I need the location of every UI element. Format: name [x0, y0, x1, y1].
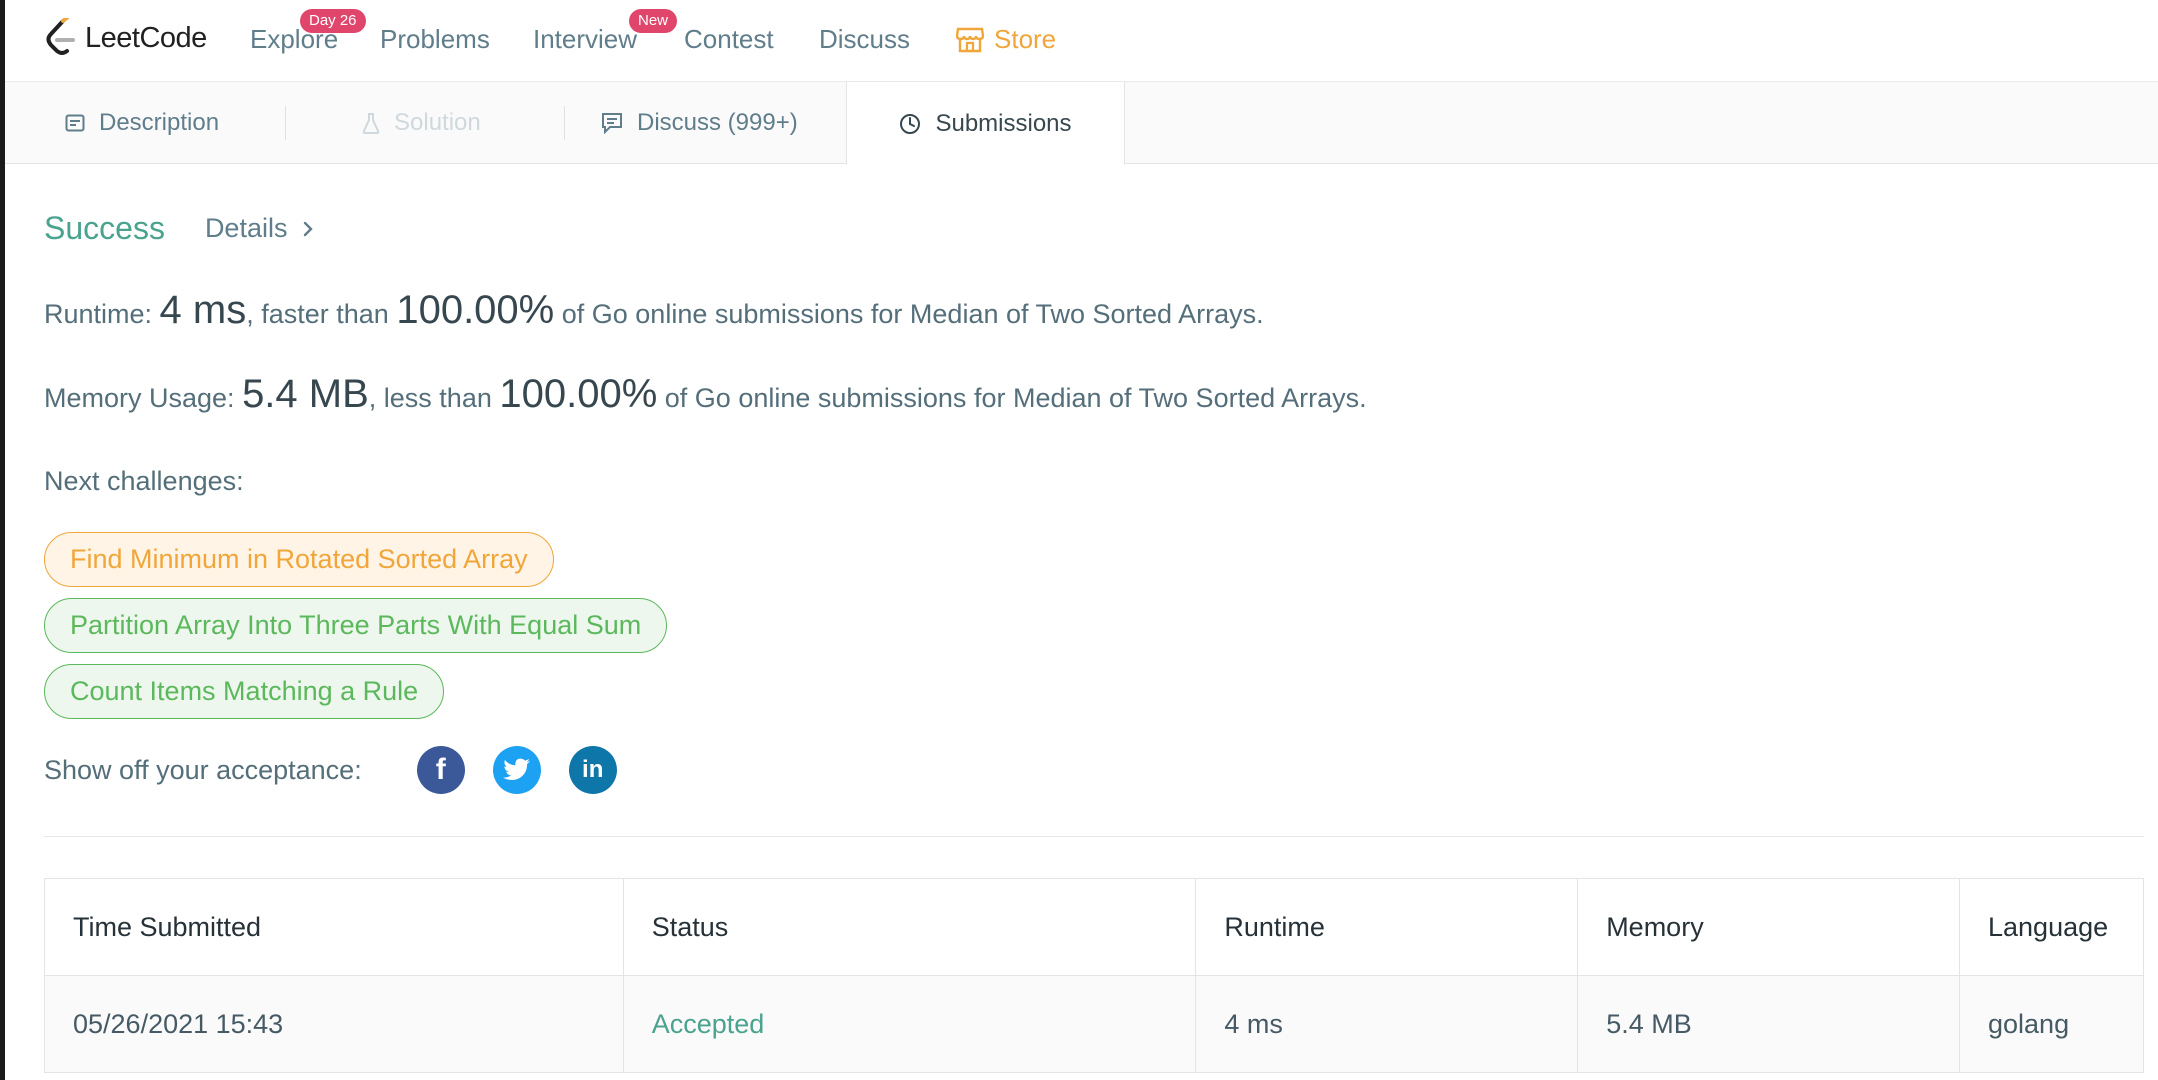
memory-suffix: of Go online submissions for Median of T… — [657, 383, 1367, 413]
memory-percent: 100.00% — [499, 372, 658, 416]
result-header: Success Details — [44, 210, 314, 247]
section-divider — [44, 836, 2144, 837]
store-icon — [956, 27, 984, 52]
linkedin-icon[interactable]: in — [568, 746, 617, 794]
new-badge: New — [629, 9, 678, 33]
twitter-bird-glyph — [502, 758, 530, 780]
col-language: Language — [1959, 878, 2144, 976]
submissions-table: Time Submitted Status Runtime Memory Lan… — [44, 878, 2144, 1073]
share-row: Show off your acceptance: f in — [44, 746, 617, 794]
twitter-icon[interactable] — [492, 746, 541, 794]
tab-separator — [285, 106, 286, 140]
leetcode-logo-icon — [46, 18, 75, 55]
top-navbar: LeetCode Explore Day 26 Problems Intervi… — [5, 0, 2158, 82]
details-label: Details — [204, 213, 288, 243]
memory-value: 5.4 MB — [242, 372, 369, 416]
col-time-submitted: Time Submitted — [44, 878, 624, 976]
nav-store-label: Store — [994, 24, 1057, 54]
col-memory: Memory — [1577, 878, 1960, 976]
cell-status-link[interactable]: Accepted — [622, 975, 1197, 1073]
tab-submissions[interactable]: Submissions — [846, 82, 1125, 165]
day-badge: Day 26 — [300, 9, 366, 33]
runtime-suffix: of Go online submissions for Median of T… — [554, 299, 1264, 329]
tab-discuss-label: Discuss (999+) — [637, 109, 798, 136]
nav-discuss-label: Discuss — [819, 24, 911, 54]
col-status: Status — [622, 878, 1197, 976]
tab-solution: Solution — [362, 82, 481, 164]
cell-runtime: 4 ms — [1195, 975, 1579, 1073]
challenge-chip[interactable]: Find Minimum in Rotated Sorted Array — [44, 532, 554, 587]
runtime-percent: 100.00% — [396, 288, 555, 332]
nav-problems[interactable]: Problems — [380, 24, 490, 55]
challenge-chip[interactable]: Count Items Matching a Rule — [44, 664, 445, 719]
nav-contest[interactable]: Contest — [684, 24, 774, 55]
leetcode-logo[interactable]: LeetCode — [43, 18, 207, 58]
runtime-value: 4 ms — [159, 288, 247, 332]
problem-tabbar: Description Solution Discuss (999+) Subm… — [5, 82, 2158, 165]
tab-submissions-label: Submissions — [935, 109, 1072, 137]
memory-mid: , less than — [368, 383, 500, 413]
clock-icon — [900, 113, 921, 134]
details-link[interactable]: Details — [205, 213, 314, 244]
tab-description-label: Description — [99, 109, 220, 136]
flask-icon — [362, 113, 380, 134]
nav-discuss[interactable]: Discuss — [819, 24, 910, 55]
nav-interview[interactable]: Interview New — [533, 9, 678, 55]
runtime-mid: , faster than — [246, 299, 397, 329]
runtime-prefix: Runtime: — [44, 299, 160, 329]
runtime-line: Runtime: 4 ms, faster than 100.00% of Go… — [44, 288, 1264, 333]
cell-time: 05/26/2021 15:43 — [44, 975, 624, 1073]
next-challenges-label: Next challenges: — [44, 466, 244, 496]
col-runtime: Runtime — [1195, 878, 1579, 976]
result-status: Success — [44, 210, 165, 246]
table-row: 05/26/2021 15:43 Accepted 4 ms 5.4 MB go… — [44, 975, 2144, 1073]
tab-discuss[interactable]: Discuss (999+) — [601, 82, 798, 164]
nav-problems-label: Problems — [380, 24, 490, 54]
logo-text: LeetCode — [85, 21, 207, 54]
nav-contest-label: Contest — [684, 24, 774, 54]
facebook-icon[interactable]: f — [416, 746, 465, 794]
comment-icon — [602, 113, 622, 134]
cell-language: golang — [1959, 975, 2144, 1073]
chevron-right-icon — [304, 221, 314, 236]
share-label: Show off your acceptance: — [44, 754, 362, 785]
tab-solution-label: Solution — [394, 109, 481, 136]
description-icon — [65, 114, 85, 132]
memory-prefix: Memory Usage: — [44, 383, 243, 413]
nav-interview-label: Interview — [533, 24, 638, 54]
table-header-row: Time Submitted Status Runtime Memory Lan… — [44, 878, 2144, 976]
cell-memory: 5.4 MB — [1577, 975, 1960, 1073]
nav-store[interactable]: Store — [956, 24, 1056, 55]
memory-line: Memory Usage: 5.4 MB, less than 100.00% … — [44, 372, 1367, 417]
nav-explore[interactable]: Explore Day 26 — [250, 9, 366, 55]
tab-separator — [564, 106, 565, 140]
tab-description[interactable]: Description — [65, 82, 219, 164]
challenge-chip[interactable]: Partition Array Into Three Parts With Eq… — [44, 598, 668, 653]
